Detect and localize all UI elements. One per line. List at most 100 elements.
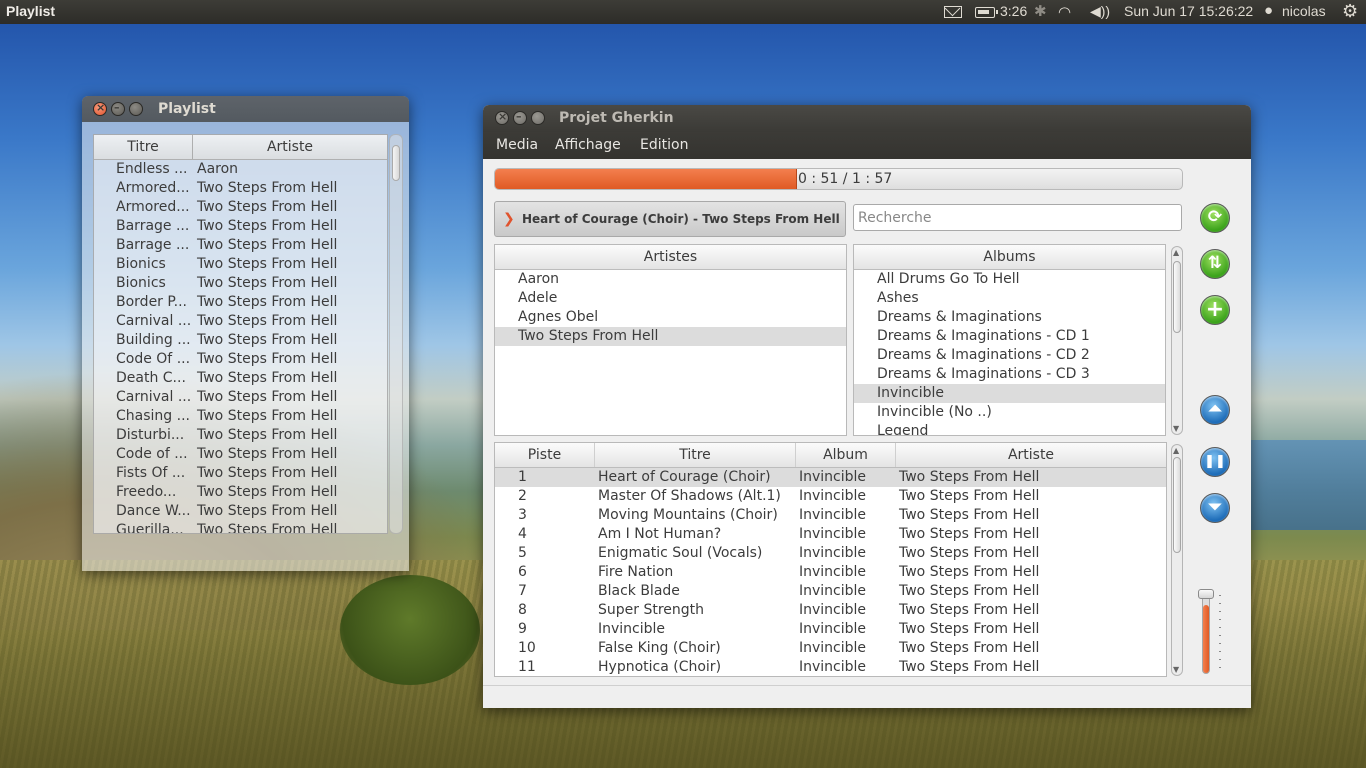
minimize-button[interactable]: –	[513, 110, 527, 125]
list-item[interactable]: Agnes Obel	[495, 308, 846, 327]
table-row[interactable]: 1 Heart of Courage (Choir) Invincible Two S…	[495, 468, 1166, 487]
volume-icon[interactable]: ◀))	[1090, 3, 1110, 20]
playlist-titlebar[interactable]: × – Playlist	[82, 96, 409, 122]
user-name[interactable]: nicolas	[1282, 3, 1326, 19]
battery-icon[interactable]	[975, 7, 998, 18]
table-row[interactable]: 5 Enigmatic Soul (Vocals) Invincible Two St…	[495, 544, 1166, 563]
albums-list[interactable]: Albums All Drums Go To Hell Ashes Dreams &…	[853, 244, 1166, 436]
bluetooth-icon[interactable]: ✱	[1034, 2, 1047, 20]
minimize-button[interactable]: –	[111, 101, 125, 116]
table-row[interactable]: 7 Black Blade Invincible Two Steps From Hel…	[495, 582, 1166, 601]
user-icon[interactable]: ●	[1264, 2, 1273, 19]
cell-artiste: Two Steps From Hell	[197, 294, 338, 310]
table-row[interactable]: Carnival ... Two Steps From Hell	[94, 312, 387, 331]
sync-button[interactable]: ⇅	[1200, 249, 1230, 279]
list-item[interactable]: Dreams & Imaginations - CD 3	[854, 365, 1165, 384]
table-row[interactable]: 9 Invincible Invincible Two Steps From Hell	[495, 620, 1166, 639]
volume-knob[interactable]	[1198, 589, 1214, 599]
menu-edition[interactable]: Edition	[640, 137, 688, 153]
list-item[interactable]: Adele	[495, 289, 846, 308]
menu-media[interactable]: Media	[496, 137, 538, 153]
scrollbar-thumb[interactable]	[1173, 457, 1181, 553]
table-row[interactable]: Fists Of ... Two Steps From Hell	[94, 464, 387, 483]
playback-progress-bar[interactable]: 0 : 51 / 1 : 57	[494, 168, 1183, 190]
table-row[interactable]: Barrage ... Two Steps From Hell	[94, 217, 387, 236]
list-item[interactable]: Two Steps From Hell	[495, 327, 846, 346]
table-row[interactable]: Building ... Two Steps From Hell	[94, 331, 387, 350]
refresh-button[interactable]: ⟳	[1200, 203, 1230, 233]
close-button[interactable]: ×	[495, 110, 509, 125]
artists-header[interactable]: Artistes	[495, 245, 846, 270]
list-item[interactable]: Ashes	[854, 289, 1165, 308]
list-item[interactable]: Dreams & Imaginations	[854, 308, 1165, 327]
table-row[interactable]: Bionics Two Steps From Hell	[94, 274, 387, 293]
scroll-down-icon[interactable]: ▼	[1173, 665, 1179, 674]
tracks-table[interactable]: Piste Titre Album Artiste 1 Heart of Cour…	[494, 442, 1167, 677]
main-titlebar[interactable]: × – Projet Gherkin	[483, 105, 1251, 132]
table-row[interactable]: 10 False King (Choir) Invincible Two Steps …	[495, 639, 1166, 658]
move-down-button[interactable]: ⏷	[1200, 493, 1230, 523]
gear-icon[interactable]: ⚙	[1342, 1, 1358, 22]
add-button[interactable]: +	[1200, 295, 1230, 325]
column-header-titre[interactable]: Titre	[595, 443, 796, 467]
list-item[interactable]: Dreams & Imaginations - CD 2	[854, 346, 1165, 365]
table-row[interactable]: Barrage ... Two Steps From Hell	[94, 236, 387, 255]
pause-button[interactable]: ❚❚	[1200, 447, 1230, 477]
clock[interactable]: Sun Jun 17 15:26:22	[1124, 3, 1253, 19]
table-row[interactable]: Chasing ... Two Steps From Hell	[94, 407, 387, 426]
maximize-button[interactable]	[129, 102, 143, 116]
table-row[interactable]: 6 Fire Nation Invincible Two Steps From Hel…	[495, 563, 1166, 582]
battery-time[interactable]: 3:26	[1000, 3, 1027, 19]
scrollbar-thumb[interactable]	[1173, 261, 1181, 333]
table-row[interactable]: 2 Master Of Shadows (Alt.1) Invincible Two …	[495, 487, 1166, 506]
close-button[interactable]: ×	[93, 101, 107, 116]
volume-slider[interactable]	[1198, 589, 1214, 674]
scroll-up-icon[interactable]: ▲	[1173, 446, 1179, 455]
now-playing-button[interactable]: ❯ Heart of Courage (Choir) - Two Steps F…	[494, 201, 846, 237]
table-row[interactable]: Bionics Two Steps From Hell	[94, 255, 387, 274]
table-row[interactable]: Code of ... Two Steps From Hell	[94, 445, 387, 464]
search-input[interactable]	[853, 204, 1182, 231]
mail-icon[interactable]	[944, 6, 962, 18]
table-row[interactable]: 8 Super Strength Invincible Two Steps From …	[495, 601, 1166, 620]
table-row[interactable]: Code Of ... Two Steps From Hell	[94, 350, 387, 369]
table-row[interactable]: Armored... Two Steps From Hell	[94, 198, 387, 217]
tracks-scrollbar[interactable]: ▲ ▼	[1171, 444, 1183, 676]
column-header-artiste[interactable]: Artiste	[193, 135, 387, 159]
artists-list[interactable]: Artistes Aaron Adele Agnes Obel Two Steps F…	[494, 244, 847, 436]
maximize-button[interactable]	[531, 111, 545, 125]
albums-header[interactable]: Albums	[854, 245, 1165, 270]
table-row[interactable]: 3 Moving Mountains (Choir) Invincible Two S…	[495, 506, 1166, 525]
table-row[interactable]: 11 Hypnotica (Choir) Invincible Two Steps F…	[495, 658, 1166, 676]
table-row[interactable]: Freedo... Two Steps From Hell	[94, 483, 387, 502]
table-row[interactable]: Disturbi... Two Steps From Hell	[94, 426, 387, 445]
list-item[interactable]: Legend	[854, 422, 1165, 435]
scrollbar-thumb[interactable]	[392, 145, 400, 181]
column-header-piste[interactable]: Piste	[495, 443, 595, 467]
column-header-album[interactable]: Album	[796, 443, 896, 467]
menu-affichage[interactable]: Affichage	[555, 137, 621, 153]
table-row[interactable]: Guerilla... Two Steps From Hell	[94, 521, 387, 533]
list-item[interactable]: Invincible (No ..)	[854, 403, 1165, 422]
move-up-button[interactable]: ⏶	[1200, 395, 1230, 425]
table-row[interactable]: 4 Am I Not Human? Invincible Two Steps From…	[495, 525, 1166, 544]
column-header-titre[interactable]: Titre	[94, 135, 193, 159]
list-item[interactable]: Aaron	[495, 270, 846, 289]
cell-album: Invincible	[799, 640, 867, 656]
table-row[interactable]: Border P... Two Steps From Hell	[94, 293, 387, 312]
table-row[interactable]: Death C... Two Steps From Hell	[94, 369, 387, 388]
scroll-up-icon[interactable]: ▲	[1173, 248, 1179, 257]
list-item[interactable]: Dreams & Imaginations - CD 1	[854, 327, 1165, 346]
list-item[interactable]: Invincible	[854, 384, 1165, 403]
table-row[interactable]: Endless ... Aaron	[94, 160, 387, 179]
column-header-artiste[interactable]: Artiste	[896, 443, 1166, 467]
table-row[interactable]: Armored... Two Steps From Hell	[94, 179, 387, 198]
albums-scrollbar[interactable]: ▲ ▼	[1171, 246, 1183, 435]
list-item[interactable]: All Drums Go To Hell	[854, 270, 1165, 289]
playlist-scrollbar[interactable]	[389, 134, 403, 534]
table-row[interactable]: Dance W... Two Steps From Hell	[94, 502, 387, 521]
playlist-table[interactable]: Titre Artiste Endless ... Aaron Armored...…	[93, 134, 388, 534]
wifi-icon[interactable]: ◠	[1058, 3, 1071, 21]
scroll-down-icon[interactable]: ▼	[1173, 424, 1179, 433]
table-row[interactable]: Carnival ... Two Steps From Hell	[94, 388, 387, 407]
